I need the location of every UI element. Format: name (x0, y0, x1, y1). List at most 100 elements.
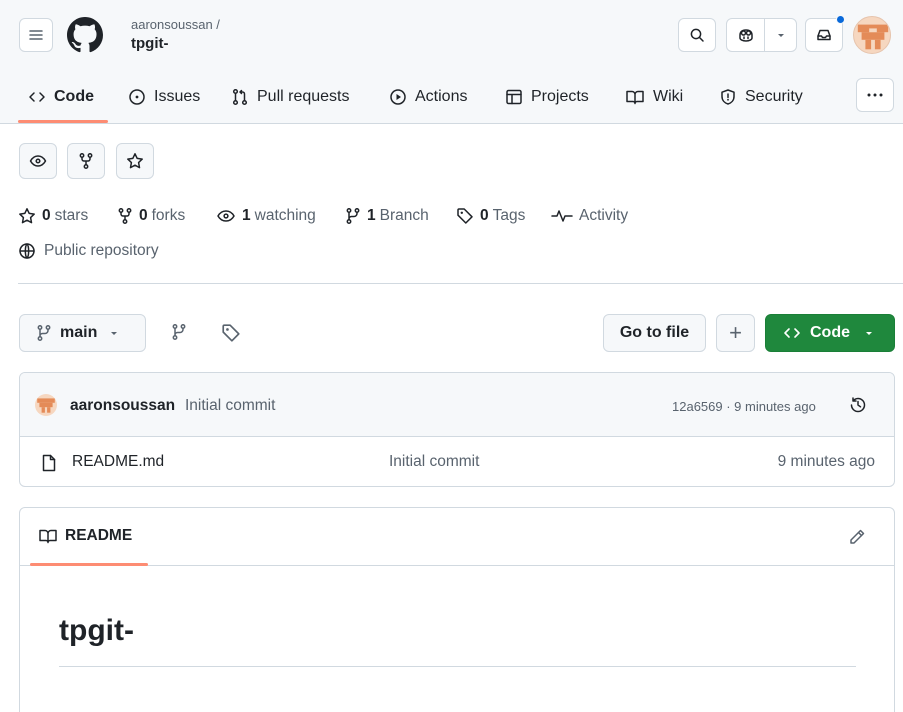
branches-link[interactable] (171, 322, 187, 342)
forks-stat[interactable]: 0 forks (117, 206, 185, 226)
forks-count: 0 (139, 207, 148, 224)
readme-tab[interactable]: README (38, 527, 132, 545)
commit-author[interactable]: aaronsoussan (70, 397, 175, 415)
readme-heading: tpgit- (59, 614, 134, 647)
github-logo-icon[interactable] (67, 17, 103, 53)
watching-label: watching (254, 207, 316, 224)
kebab-horizontal-icon (867, 93, 883, 97)
chevron-down-icon (111, 332, 118, 335)
git-branch-icon (37, 325, 51, 341)
avatar[interactable] (853, 16, 891, 54)
tab-code-label: Code (54, 88, 94, 105)
eye-icon (29, 155, 47, 167)
code-icon (29, 92, 45, 102)
tab-pull-requests-label: Pull requests (257, 88, 350, 105)
tab-projects[interactable]: Projects (505, 84, 589, 110)
section-divider (18, 283, 903, 284)
star-button[interactable] (116, 143, 154, 179)
globe-icon (19, 243, 35, 259)
repo-name-link[interactable]: tpgit- (131, 35, 168, 52)
menu-button[interactable] (19, 18, 53, 52)
history-icon[interactable] (848, 395, 868, 415)
file-browser: aaronsoussan Initial commit 12a6569 · 9 … (19, 372, 895, 487)
tab-pull-requests[interactable]: Pull requests (231, 84, 350, 110)
code-icon (784, 328, 800, 338)
repo-header: aaronsoussan / tpgit- Code Issues Pull r… (0, 0, 903, 124)
watching-stat[interactable]: 1 watching (216, 206, 316, 226)
more-tabs-button[interactable] (856, 78, 894, 112)
latest-commit-bar: aaronsoussan Initial commit 12a6569 · 9 … (20, 373, 894, 437)
branch-select-button[interactable]: main (19, 314, 146, 352)
chevron-down-icon (866, 332, 872, 335)
file-commit-message[interactable]: Initial commit (389, 453, 479, 471)
go-to-file-button[interactable]: Go to file (603, 314, 706, 352)
tab-projects-label: Projects (531, 88, 589, 105)
readme-tab-underline (30, 563, 148, 566)
table-row[interactable]: README.md Initial commit 9 minutes ago (20, 438, 894, 486)
table-icon (506, 89, 522, 105)
visibility-text: Public repository (44, 242, 159, 259)
add-file-button[interactable]: + (716, 314, 755, 352)
tab-code[interactable]: Code (28, 84, 94, 110)
activity-link[interactable]: Activity (551, 206, 628, 226)
tags-link[interactable] (221, 323, 241, 343)
branch-count: 1 (367, 207, 376, 224)
active-tab-underline (18, 120, 108, 123)
readme-tab-label: README (65, 527, 133, 544)
tags-count: 0 (480, 207, 489, 224)
forks-label: forks (151, 207, 186, 224)
tab-issues[interactable]: Issues (128, 84, 200, 110)
stars-stat[interactable]: 0 stars (18, 206, 88, 226)
copilot-icon (738, 29, 753, 42)
repo-owner-link[interactable]: aaronsoussan / (131, 17, 220, 32)
file-updated-time: 9 minutes ago (777, 453, 875, 470)
tab-wiki[interactable]: Wiki (625, 84, 683, 110)
code-dropdown-button[interactable]: Code (765, 314, 895, 352)
search-button[interactable] (678, 18, 716, 52)
code-button-label: Code (810, 324, 850, 341)
tab-actions-label: Actions (415, 88, 468, 105)
tab-actions[interactable]: Actions (389, 84, 467, 110)
book-icon (39, 529, 57, 544)
tags-label: Tags (492, 207, 526, 224)
stars-label: stars (54, 207, 89, 224)
notification-dot (836, 15, 845, 24)
issue-opened-icon (129, 89, 145, 105)
readme-header: README (20, 508, 894, 566)
git-branch-icon (346, 208, 360, 224)
heading-divider (59, 666, 856, 667)
git-pull-request-icon (232, 88, 248, 106)
tag-icon (222, 324, 240, 342)
watching-count: 1 (242, 207, 251, 224)
star-icon (19, 208, 35, 224)
tab-security[interactable]: Security (719, 84, 803, 110)
readme-panel: README tpgit- (19, 507, 895, 712)
stars-count: 0 (42, 207, 51, 224)
repo-forked-icon (79, 153, 93, 169)
avatar-identicon-icon (37, 398, 55, 413)
git-branch-icon (172, 324, 186, 340)
branch-stat[interactable]: 1 Branch (345, 206, 429, 226)
commit-hash-time[interactable]: 12a6569 · 9 minutes ago (672, 399, 816, 414)
tab-issues-label: Issues (154, 88, 201, 105)
shield-icon (721, 89, 735, 105)
commit-message[interactable]: Initial commit (185, 397, 275, 415)
fork-button[interactable] (67, 143, 105, 179)
branch-name: main (60, 324, 98, 341)
pencil-icon[interactable] (848, 528, 866, 546)
file-name[interactable]: README.md (72, 453, 164, 471)
copilot-button[interactable] (726, 18, 797, 52)
tags-stat[interactable]: 0 Tags (456, 206, 525, 226)
search-icon (690, 28, 704, 42)
tab-security-label: Security (745, 88, 803, 105)
avatar-identicon-icon (857, 24, 889, 50)
book-icon (626, 90, 644, 105)
play-icon (390, 89, 406, 105)
chevron-down-icon (777, 34, 784, 37)
tag-icon (457, 208, 473, 224)
watch-button[interactable] (19, 143, 57, 179)
star-icon (127, 153, 143, 169)
plus-icon: + (729, 320, 742, 345)
hamburger-icon (29, 30, 43, 40)
avatar[interactable] (35, 394, 57, 416)
